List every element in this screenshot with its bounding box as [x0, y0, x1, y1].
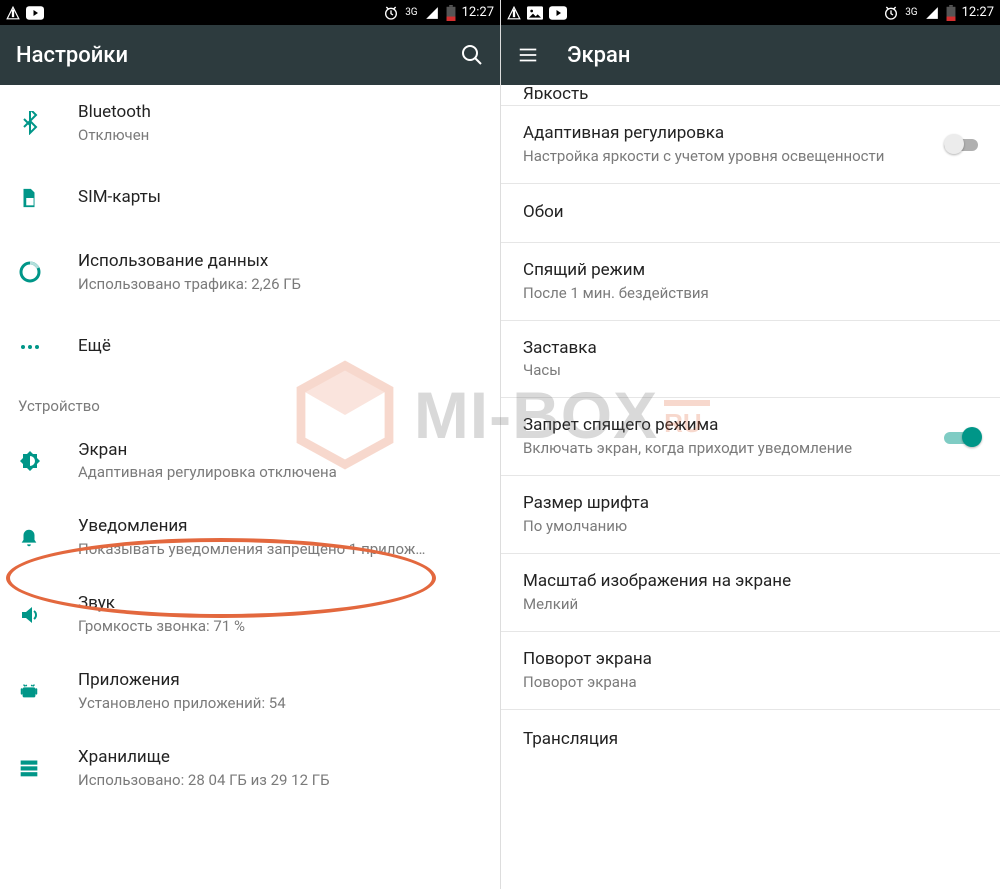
settings-item-notifications[interactable]: Уведомления Показывать уведомления запре… [0, 499, 500, 576]
network-label: 3G [905, 7, 917, 18]
item-title: Уведомления [78, 515, 484, 539]
item-title: Использование данных [78, 250, 484, 274]
settings-item-storage[interactable]: Хранилище Использовано: 28 04 ГБ из 29 1… [0, 730, 500, 807]
item-subtitle: Громкость звонка: 71 % [78, 616, 484, 637]
status-bar: 3G 12:27 [0, 0, 500, 25]
settings-item-sound[interactable]: Звук Громкость звонка: 71 % [0, 576, 500, 653]
item-title: Яркость [523, 85, 588, 99]
switch-wakelock[interactable] [944, 426, 984, 448]
settings-item-displayscale[interactable]: Масштаб изображения на экране Мелкий [501, 554, 1000, 631]
status-bar: 3G 12:27 [501, 0, 1000, 25]
youtube-icon [549, 6, 567, 20]
settings-item-fontsize[interactable]: Размер шрифта По умолчанию [501, 476, 1000, 553]
settings-item-screensaver[interactable]: Заставка Часы [501, 321, 1000, 398]
item-title: Заставка [523, 337, 984, 361]
bluetooth-icon [18, 111, 42, 135]
item-title: Поворот экрана [523, 648, 984, 672]
phone-right: 3G 12:27 Экран Яркость Адаптивная регули… [500, 0, 1000, 889]
page-title: Настройки [16, 43, 432, 68]
item-title: Трансляция [523, 728, 984, 752]
bell-icon [18, 526, 40, 550]
item-subtitle: Использовано: 28 04 ГБ из 29 12 ГБ [78, 770, 484, 791]
signal-icon [924, 6, 940, 20]
item-title: Ещё [78, 335, 484, 359]
item-title: Звук [78, 592, 484, 616]
item-title: Приложения [78, 669, 484, 693]
item-title: Спящий режим [523, 259, 984, 283]
settings-item-cast[interactable]: Трансляция [501, 710, 1000, 760]
clock-label: 12:27 [462, 5, 494, 20]
item-subtitle: Использовано трафика: 2,26 ГБ [78, 274, 484, 295]
android-icon [18, 680, 40, 702]
item-title: Запрет спящего режима [523, 414, 944, 438]
settings-item-display[interactable]: Экран Адаптивная регулировка отключена [0, 423, 500, 500]
item-subtitle: После 1 мин. бездействия [523, 283, 984, 304]
more-icon [18, 335, 42, 359]
item-title: Экран [78, 439, 484, 463]
settings-item-apps[interactable]: Приложения Установлено приложений: 54 [0, 653, 500, 730]
item-subtitle: Поворот экрана [523, 672, 984, 693]
menu-icon[interactable] [517, 44, 539, 66]
item-subtitle: Включать экран, когда приходит уведомлен… [523, 438, 944, 459]
display-settings-list: Яркость Адаптивная регулировка Настройка… [501, 85, 1000, 889]
item-subtitle: Показывать уведомления запрещено 1 прило… [78, 539, 484, 560]
settings-item-wallpaper[interactable]: Обои [501, 184, 1000, 242]
appbar: Экран [501, 25, 1000, 85]
image-icon [527, 6, 543, 20]
alert-icon [507, 6, 521, 20]
item-title: Масштаб изображения на экране [523, 570, 984, 594]
search-icon[interactable] [460, 43, 484, 67]
alarm-icon [383, 5, 399, 21]
brightness-icon [18, 449, 42, 473]
youtube-icon [26, 6, 44, 20]
item-subtitle: По умолчанию [523, 516, 984, 537]
settings-item-sim[interactable]: SIM-карты [0, 162, 500, 234]
battery-icon [946, 5, 956, 21]
settings-item-rotation[interactable]: Поворот экрана Поворот экрана [501, 632, 1000, 709]
item-title: Размер шрифта [523, 492, 984, 516]
alert-icon [6, 6, 20, 20]
item-subtitle: Адаптивная регулировка отключена [78, 462, 484, 483]
data-usage-icon [18, 260, 42, 284]
item-subtitle: Настройка яркости с учетом уровня освеще… [523, 146, 944, 167]
phone-left: 3G 12:27 Настройки Bluetooth Отключен SI… [0, 0, 500, 889]
volume-icon [18, 603, 42, 627]
settings-item-data[interactable]: Использование данных Использовано трафик… [0, 234, 500, 311]
appbar: Настройки [0, 25, 500, 85]
battery-icon [446, 5, 456, 21]
clock-label: 12:27 [962, 5, 994, 20]
sim-icon [18, 186, 40, 210]
item-title: Хранилище [78, 746, 484, 770]
settings-item-bluetooth[interactable]: Bluetooth Отключен [0, 85, 500, 162]
settings-item-wakelock[interactable]: Запрет спящего режима Включать экран, ко… [501, 398, 1000, 475]
settings-item-more[interactable]: Ещё [0, 311, 500, 383]
signal-icon [424, 6, 440, 20]
item-title: Адаптивная регулировка [523, 122, 944, 146]
item-title: Bluetooth [78, 101, 484, 125]
item-subtitle: Мелкий [523, 594, 984, 615]
section-device: Устройство [0, 383, 500, 423]
item-title: Обои [523, 201, 984, 225]
settings-item-adaptive[interactable]: Адаптивная регулировка Настройка яркости… [501, 106, 1000, 183]
storage-icon [18, 758, 40, 778]
switch-adaptive[interactable] [944, 133, 984, 155]
network-label: 3G [405, 7, 417, 18]
item-subtitle: Отключен [78, 125, 484, 146]
alarm-icon [883, 5, 899, 21]
item-subtitle: Часы [523, 360, 984, 381]
item-subtitle: Установлено приложений: 54 [78, 693, 484, 714]
settings-item-brightness[interactable]: Яркость [501, 85, 1000, 105]
settings-list: Bluetooth Отключен SIM-карты Использован… [0, 85, 500, 889]
settings-item-sleep[interactable]: Спящий режим После 1 мин. бездействия [501, 243, 1000, 320]
page-title: Экран [567, 43, 984, 68]
item-title: SIM-карты [78, 186, 484, 210]
